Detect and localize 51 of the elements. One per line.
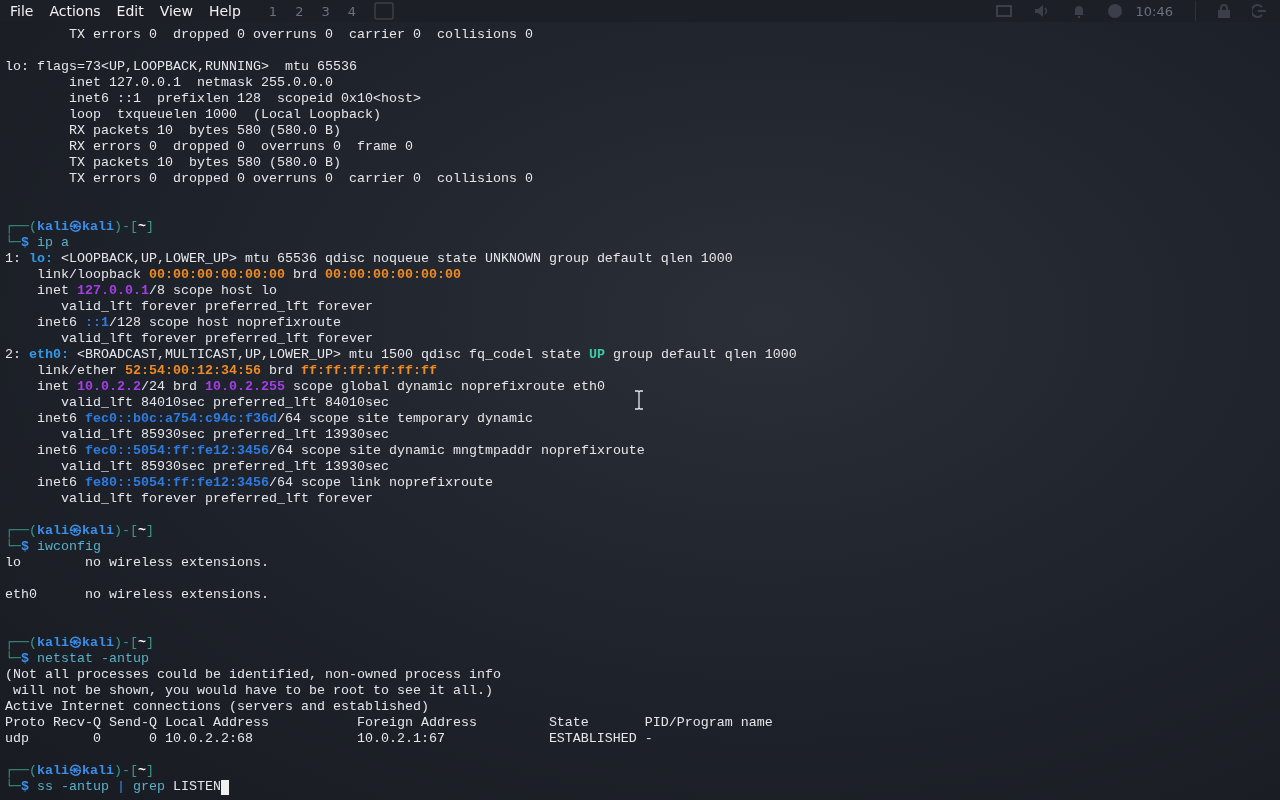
- terminal-output-line: valid_lft forever preferred_lft forever: [60, 491, 373, 507]
- lock-icon[interactable]: [1218, 4, 1230, 18]
- menu-item[interactable]: Actions: [41, 0, 109, 22]
- terminal-output-line: Active Internet connections (servers and established): [5, 699, 429, 715]
- terminal-output-line: lo: flags=73<UP,LOOPBACK,RUNNING> mtu 65536: [5, 59, 357, 75]
- shell-command: └─$ ss -antup | grep LISTEN: [5, 779, 221, 795]
- terminal-output-line: inet6 ::1 prefixlen 128 scopeid 0x10<host>: [68, 91, 421, 107]
- menu-item[interactable]: Edit: [108, 0, 152, 22]
- terminal-output-line: eth0 no wireless extensions.: [5, 587, 269, 603]
- terminal-output-line: inet 10.0.2.2/24 brd 10.0.2.255 scope global dynamic noprefixroute eth0: [36, 379, 605, 395]
- terminal-output-line: RX errors 0 dropped 0 overruns 0 frame 0: [68, 139, 413, 155]
- shell-prompt: ┌──(kali㉿kali)-[~]: [5, 763, 154, 779]
- shell-prompt: ┌──(kali㉿kali)-[~]: [5, 523, 154, 539]
- text-cursor-block: [221, 779, 229, 795]
- terminal-output-line: 2: eth0: <BROADCAST,MULTICAST,UP,LOWER_UP> mtu 1500 qdisc fq_codel state UP group default qlen 1000: [5, 347, 797, 363]
- terminal-output-line: link/loopback 00:00:00:00:00:00 brd 00:00:00:00:00:00: [36, 267, 461, 283]
- terminal-output-line: valid_lft forever preferred_lft forever: [60, 331, 373, 347]
- terminal-output-line: inet6 fe80::5054:ff:fe12:3456/64 scope link noprefixroute: [36, 475, 493, 491]
- shell-command: └─$ ip a: [5, 235, 69, 251]
- terminal-output-line: inet6 fec0::5054:ff:fe12:3456/64 scope site dynamic mngtmpaddr noprefixroute: [36, 443, 645, 459]
- terminal-output-line: will not be shown, you would have to be root to see it all.): [12, 683, 493, 699]
- volume-icon[interactable]: [1033, 4, 1050, 18]
- terminal-output-line: lo no wireless extensions.: [5, 555, 269, 571]
- shell-prompt: ┌──(kali㉿kali)-[~]: [5, 219, 154, 235]
- text-cursor-icon: [634, 390, 644, 410]
- terminal-output-line: link/ether 52:54:00:12:34:56 brd ff:ff:ff:ff:ff:ff: [36, 363, 437, 379]
- terminal-output-line: valid_lft 85930sec preferred_lft 13930sec: [60, 459, 389, 475]
- menu-item[interactable]: View: [151, 0, 201, 22]
- terminal-output-line: inet 127.0.0.1 netmask 255.0.0.0: [68, 75, 333, 91]
- shell-prompt: ┌──(kali㉿kali)-[~]: [5, 635, 154, 651]
- menu-item[interactable]: File: [2, 0, 42, 22]
- terminal-output-line: RX packets 10 bytes 580 (580.0 B): [68, 123, 341, 139]
- terminal-output-line: valid_lft 85930sec preferred_lft 13930sec: [60, 427, 389, 443]
- menu-item[interactable]: Help: [200, 0, 249, 22]
- terminal-output-line: TX packets 10 bytes 580 (580.0 B): [68, 155, 341, 171]
- terminal-output-line: inet6 ::1/128 scope host noprefixroute: [36, 315, 341, 331]
- terminal-icon[interactable]: [374, 2, 394, 20]
- shell-command: └─$ netstat -antup: [5, 651, 149, 667]
- terminal-output-line: 1: lo: <LOOPBACK,UP,LOWER_UP> mtu 65536 qdisc noqueue state UNKNOWN group default qlen 1000: [5, 251, 733, 267]
- terminal-output-line: valid_lft 84010sec preferred_lft 84010sec: [60, 395, 389, 411]
- terminal-output-line: TX errors 0 dropped 0 overruns 0 carrier 0 collisions 0: [68, 27, 533, 43]
- shell-command: └─$ iwconfig: [5, 539, 101, 555]
- terminal-output-line: inet 127.0.0.1/8 scope host lo: [36, 283, 277, 299]
- terminal-output-line: (Not all processes could be identified, non-owned process info: [5, 667, 501, 683]
- terminal-output-line: TX errors 0 dropped 0 overruns 0 carrier 0 collisions 0: [68, 171, 533, 187]
- terminal-output-line: valid_lft forever preferred_lft forever: [60, 299, 373, 315]
- terminal-output-line: inet6 fec0::b0c:a754:c94c:f36d/64 scope site temporary dynamic: [36, 411, 533, 427]
- terminal-output-line: udp 0 0 10.0.2.2:68 10.0.2.1:67 ESTABLISHED -: [5, 731, 653, 747]
- terminal-output-line: loop txqueuelen 1000 (Local Loopback): [68, 107, 381, 123]
- terminal-output-line: Proto Recv-Q Send-Q Local Address Foreign Address State PID/Program name: [5, 715, 773, 731]
- logout-icon[interactable]: [1252, 4, 1266, 18]
